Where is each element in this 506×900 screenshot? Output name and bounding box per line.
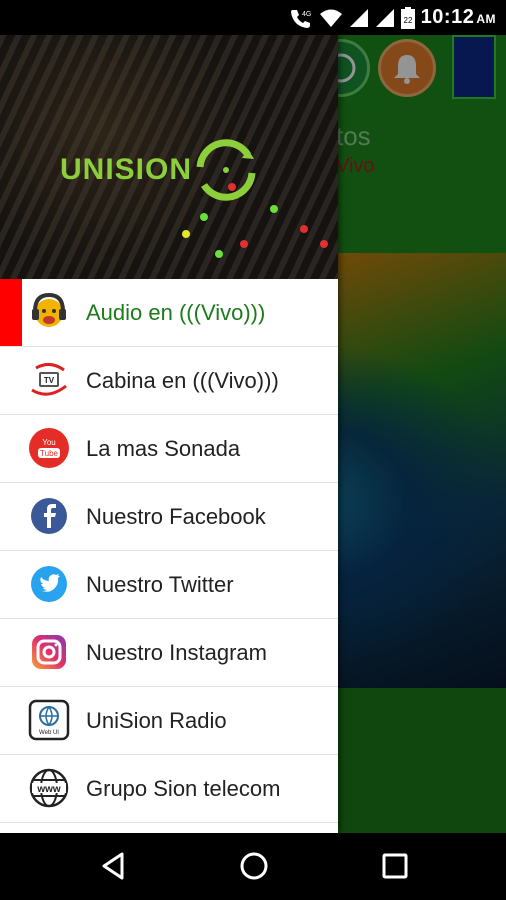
back-button[interactable]	[100, 851, 128, 886]
web-icon-caption: Web UI	[39, 730, 59, 736]
battery-icon: 22	[400, 6, 415, 29]
battery-level-label: 22	[403, 16, 412, 25]
youtube-icon: You Tube	[28, 427, 70, 469]
mixer-led	[200, 213, 208, 221]
svg-text:www: www	[36, 784, 61, 795]
signal-icon-2	[375, 8, 395, 28]
recents-button[interactable]	[380, 851, 410, 886]
status-clock: 10:12 AM	[421, 6, 496, 29]
logo-text: UNISION	[60, 153, 193, 186]
mixer-led	[270, 205, 278, 213]
menu-item-nuestro-twitter[interactable]: Nuestro Twitter	[0, 551, 338, 619]
menu-item-grupo-sion-telecom[interactable]: www Grupo Sion telecom	[0, 755, 338, 823]
menu-item-label: Grupo Sion telecom	[86, 775, 281, 801]
radio-host-icon	[28, 291, 70, 333]
back-triangle-icon	[102, 852, 124, 880]
mixer-led	[300, 225, 308, 233]
menu-item-unision-radio[interactable]: Web UI UniSion Radio	[0, 687, 338, 755]
signal-icon	[349, 8, 369, 28]
clock-ampm: AM	[476, 12, 496, 26]
home-circle-icon	[240, 852, 268, 880]
instagram-icon	[28, 631, 70, 673]
status-bar: 4G 22 10:12 AM	[0, 0, 506, 35]
menu-item-nuestro-facebook[interactable]: Nuestro Facebook	[0, 483, 338, 551]
logo-swirl-icon	[196, 139, 256, 201]
web-icon: Web UI	[28, 699, 70, 741]
network-type-label: 4G	[302, 11, 311, 18]
menu-item-label: Cabina en (((Vivo)))	[86, 367, 279, 393]
navigation-drawer: UNISION Audio en (((Vivo))) TV Cabina en…	[0, 35, 338, 833]
wifi-icon	[319, 8, 343, 28]
drawer-header: UNISION	[0, 35, 338, 279]
svg-text:TV: TV	[44, 376, 55, 385]
mixer-led	[320, 240, 328, 248]
facebook-icon	[28, 495, 70, 537]
unision-logo: UNISION	[60, 135, 266, 205]
menu-item-audio-en-vivo[interactable]: Audio en (((Vivo)))	[0, 279, 338, 347]
svg-text:You: You	[42, 438, 56, 447]
recents-square-icon	[382, 853, 408, 879]
active-indicator	[0, 279, 22, 346]
mixer-led	[182, 230, 190, 238]
home-button[interactable]	[239, 851, 269, 886]
menu-item-la-mas-sonada[interactable]: You Tube La mas Sonada	[0, 415, 338, 483]
clock-time: 10:12	[420, 6, 475, 28]
menu-item-label: Nuestro Instagram	[86, 639, 267, 665]
www-globe-icon: www	[28, 767, 70, 809]
menu-item-label: Audio en (((Vivo)))	[86, 299, 266, 325]
svg-text:Tube: Tube	[40, 449, 58, 458]
drawer-menu: Audio en (((Vivo))) TV Cabina en (((Vivo…	[0, 279, 338, 823]
menu-item-label: La mas Sonada	[86, 435, 241, 461]
mixer-led	[240, 240, 248, 248]
menu-item-label: UniSion Radio	[86, 707, 227, 733]
menu-item-cabina-en-vivo[interactable]: TV Cabina en (((Vivo)))	[0, 347, 338, 415]
mixer-led	[215, 250, 223, 258]
menu-item-nuestro-instagram[interactable]: Nuestro Instagram	[0, 619, 338, 687]
tv-icon: TV	[28, 359, 70, 401]
wifi-call-icon: 4G	[289, 7, 313, 29]
twitter-icon	[28, 563, 70, 605]
system-navigation-bar	[0, 833, 506, 900]
menu-item-label: Nuestro Twitter	[86, 571, 234, 597]
menu-item-label: Nuestro Facebook	[86, 503, 266, 529]
